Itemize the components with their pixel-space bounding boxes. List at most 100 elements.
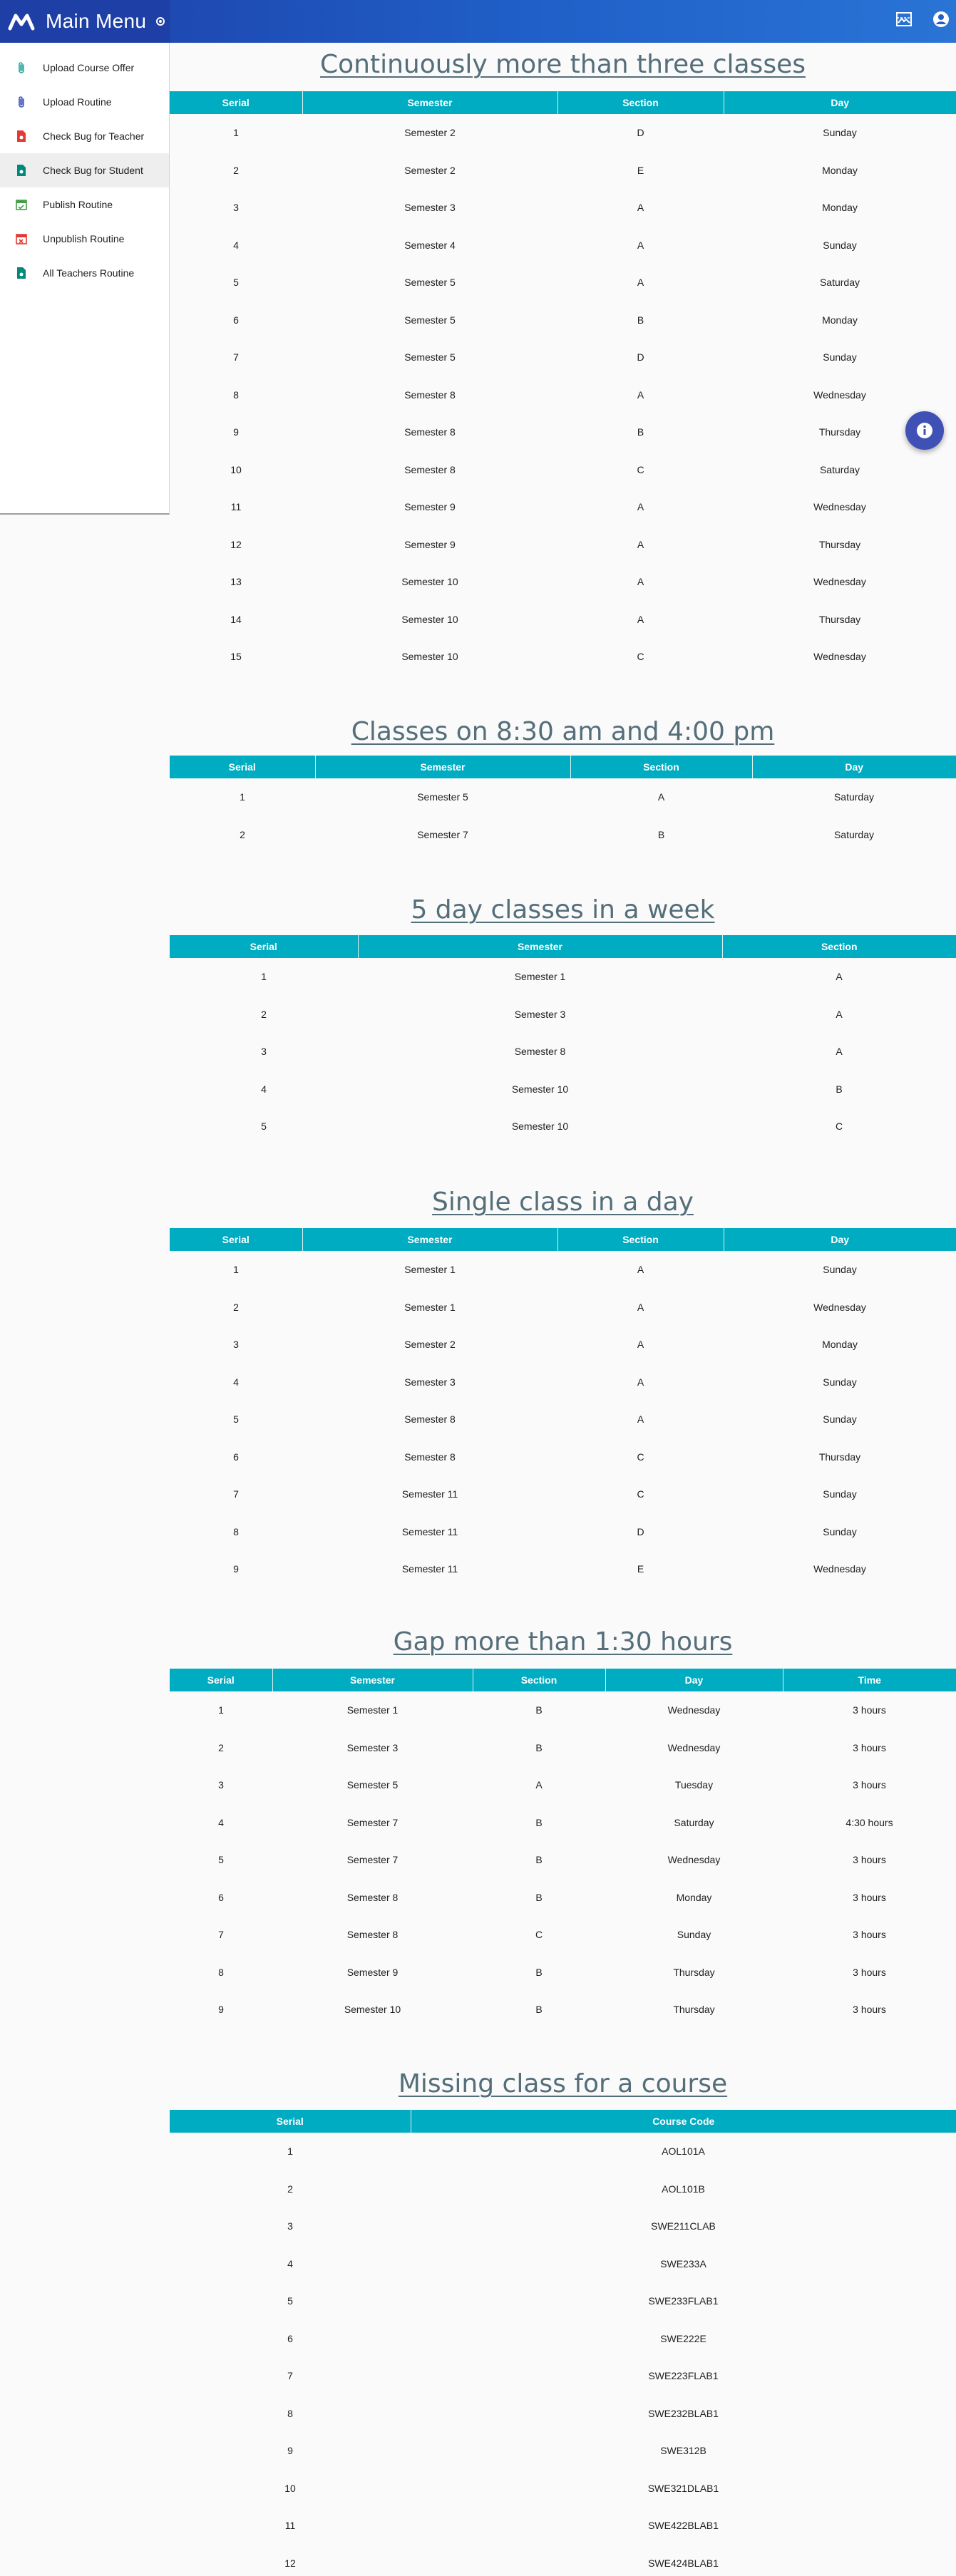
table-cell: Wednesday: [667, 1741, 721, 1753]
table-cell: A: [637, 501, 644, 513]
table-cell: 6: [218, 1891, 224, 1903]
section-title: Classes on 8:30 am and 4:00 pm: [351, 717, 775, 746]
table-cell: C: [637, 651, 644, 663]
table-row: 9 Semester 10 B Thursday 3 hours: [170, 1991, 956, 2029]
image-broken-icon[interactable]: [893, 9, 915, 30]
table-row: 5 Semester 10 C: [170, 1108, 956, 1145]
table-cell: Semester 7: [346, 1816, 399, 1828]
table-cell: C: [637, 1451, 644, 1463]
table-cell: Thursday: [818, 1451, 861, 1463]
table-cell: 7: [218, 1929, 224, 1941]
sidebar-item-0[interactable]: Upload Course Offer: [0, 51, 169, 85]
table-cell: Semester 11: [401, 1563, 458, 1575]
table-row: 3 Semester 5 A Tuesday 3 hours: [170, 1766, 956, 1804]
table-cell: A: [637, 1301, 644, 1313]
table-cell: Semester 2: [404, 127, 456, 139]
table-cell: 2: [261, 1008, 267, 1020]
table-cell: 8: [233, 1525, 239, 1537]
table-cell: 7: [233, 1488, 239, 1500]
table-cell: Wednesday: [813, 576, 866, 588]
table-cell: B: [535, 1704, 543, 1716]
table-cell: Monday: [822, 1339, 858, 1351]
menu-toggle-icon[interactable]: [156, 17, 165, 26]
calendar-check-icon: [16, 198, 27, 211]
table-cell: Wednesday: [667, 1854, 721, 1866]
table-cell: A: [836, 971, 843, 983]
table-cell: 8: [233, 388, 239, 401]
table-cell: A: [637, 277, 644, 289]
column-header: Serial: [170, 935, 359, 958]
sidebar-item-6[interactable]: All Teachers Routine: [0, 256, 169, 290]
table-cell: E: [637, 1563, 644, 1575]
column-header: Section: [821, 941, 858, 952]
sidebar-item-label: Check Bug for Student: [43, 165, 143, 176]
table-cell: Tuesday: [674, 1779, 714, 1791]
sidebar-item-label: Upload Routine: [43, 96, 112, 108]
table-cell: Semester 8: [404, 388, 456, 401]
sidebar-item-4[interactable]: Publish Routine: [0, 187, 169, 222]
table-cell: 2: [218, 1741, 224, 1753]
account-circle-icon[interactable]: [930, 9, 952, 30]
table-cell: SWE211CLAB: [651, 2220, 716, 2232]
data-table: Serial Semester Section Day 1 Semester 5 A Satu…: [170, 756, 956, 853]
table-row: 7 Semester 11 C Sunday: [170, 1475, 956, 1513]
table-row: 2 Semester 2 E Monday: [170, 152, 956, 190]
table-cell: 5: [233, 1413, 239, 1426]
sidebar-item-2[interactable]: Check Bug for Teacher: [0, 119, 169, 153]
table-row: 9 Semester 11 E Wednesday: [170, 1550, 956, 1588]
table-cell: B: [535, 1854, 543, 1866]
table-cell: 10: [284, 2482, 296, 2494]
table-row: 4 Semester 10 B: [170, 1071, 956, 1108]
info-fab-button[interactable]: [905, 411, 944, 450]
table-cell: 14: [230, 613, 242, 625]
column-header: Section: [557, 91, 724, 114]
table-cell: Semester 5: [404, 277, 456, 289]
attachment-icon: [16, 61, 27, 74]
table-cell: Wednesday: [813, 388, 866, 401]
sidebar-item-1[interactable]: Upload Routine: [0, 85, 169, 119]
column-header: Section: [473, 1669, 606, 1691]
table-cell: Thursday: [818, 538, 861, 550]
table-cell: 4:30 hours: [846, 1816, 893, 1828]
table-cell: 5: [261, 1120, 267, 1133]
table-row: 1 Semester 5 A Saturday: [170, 778, 956, 816]
table-cell: 11: [284, 2520, 296, 2532]
table-cell: 3 hours: [853, 1854, 886, 1866]
table-row: 10 Semester 8 C Saturday: [170, 451, 956, 489]
table-cell: 3: [218, 1779, 224, 1791]
file-bug-icon: [16, 130, 27, 143]
column-header: Semester: [272, 1669, 473, 1691]
table-cell: Semester 10: [511, 1083, 569, 1095]
table-cell: Sunday: [823, 127, 857, 139]
table-cell: Semester 10: [401, 613, 458, 625]
table-row: 5 SWE233FLAB1: [170, 2282, 956, 2320]
table-row: 4 Semester 7 B Saturday 4:30 hours: [170, 1804, 956, 1842]
column-header: Serial: [170, 91, 303, 114]
table-cell: Saturday: [833, 791, 875, 803]
table-cell: Monday: [676, 1891, 712, 1903]
table-row: 15 Semester 10 C Wednesday: [170, 638, 956, 676]
data-table: Serial Semester Section 1 Semester 1 A 2 Semest…: [170, 935, 956, 1145]
table-cell: SWE233A: [660, 2257, 706, 2270]
column-header: Semester: [302, 1228, 558, 1251]
table-header-row: Serial Semester Section Day: [170, 1228, 956, 1251]
table-cell: Thursday: [673, 1966, 715, 1978]
table-cell: 3 hours: [853, 1891, 886, 1903]
table-cell: A: [836, 1008, 843, 1020]
section-title: Single class in a day: [432, 1187, 694, 1217]
table-cell: D: [637, 127, 644, 139]
table-cell: 1: [287, 2145, 293, 2158]
table-cell: Semester 5: [404, 351, 456, 364]
table-cell: 7: [287, 2370, 293, 2382]
table-cell: Semester 8: [404, 463, 456, 475]
table-row: 6 Semester 5 B Monday: [170, 302, 956, 339]
table-row: 4 Semester 4 A Sunday: [170, 227, 956, 264]
sidebar-item-3[interactable]: Check Bug for Student: [0, 153, 169, 187]
table-cell: A: [637, 388, 644, 401]
table-cell: B: [535, 1741, 543, 1753]
table-cell: Sunday: [823, 1525, 857, 1537]
sidebar-item-label: Check Bug for Teacher: [43, 130, 145, 142]
table-cell: B: [535, 1966, 543, 1978]
table-row: 3 Semester 3 A Monday: [170, 189, 956, 227]
sidebar-item-5[interactable]: Unpublish Routine: [0, 222, 169, 256]
